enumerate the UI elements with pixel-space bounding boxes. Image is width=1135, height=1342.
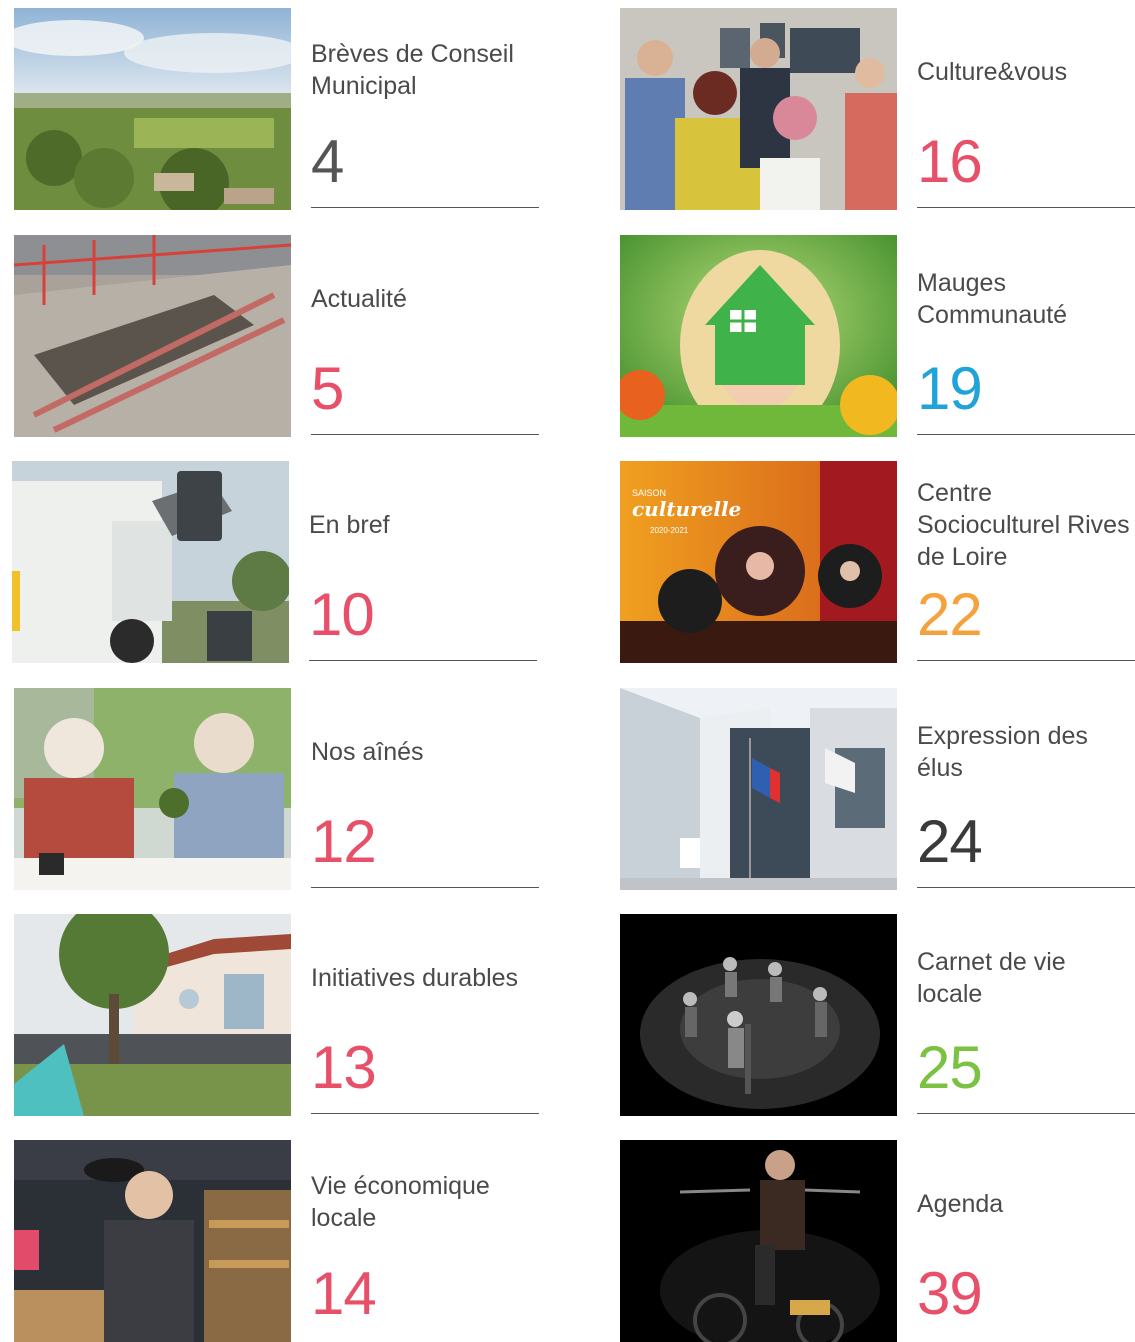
toc-page-number: 14	[311, 1260, 377, 1327]
toc-title: Agenda	[917, 1190, 1004, 1218]
toc-page-number: 13	[311, 1034, 377, 1101]
toc-page-number: 4	[311, 128, 344, 195]
saison-culturelle-poster: SAISON culturelle 2020-2021	[620, 461, 897, 663]
divider	[917, 434, 1135, 435]
poster-culturelle-text: culturelle	[632, 497, 741, 521]
garbage-truck-photo	[12, 461, 289, 663]
seniors-photo	[14, 688, 291, 890]
toc-title: Carnet de vie locale	[917, 948, 1066, 1008]
toc-page-number: 25	[917, 1034, 983, 1101]
toc-page-number: 24	[917, 808, 983, 875]
poster-years-text: 2020-2021	[650, 526, 689, 535]
toc-title: En bref	[309, 511, 390, 539]
toc-page-number: 5	[311, 355, 344, 422]
divider	[917, 660, 1135, 661]
divider	[311, 887, 539, 888]
toc-title: Vie économique locale	[311, 1172, 490, 1232]
divider	[917, 1113, 1135, 1114]
gallery-group-photo	[620, 8, 897, 210]
toc-page-number: 10	[309, 581, 375, 648]
toc-title: Initiatives durables	[311, 964, 519, 992]
construction-trench-photo	[14, 235, 291, 437]
divider	[311, 207, 539, 208]
toc-title: Expression des élus	[917, 722, 1088, 782]
divider	[917, 207, 1135, 208]
toc-title: Mauges Communauté	[917, 269, 1068, 329]
school-building-photo	[14, 914, 291, 1116]
town-hall-photo	[620, 688, 897, 890]
baker-photo	[14, 1140, 291, 1342]
performer-photo	[620, 1140, 897, 1342]
toc-page-number: 19	[917, 355, 983, 422]
toc-title: Actualité	[311, 285, 407, 313]
child-green-house-photo	[620, 235, 897, 437]
landscape-photo	[14, 8, 291, 210]
toc-title: Nos aînés	[311, 738, 424, 766]
toc-title: Culture&vous	[917, 58, 1068, 86]
toc-page-number: 39	[917, 1260, 983, 1327]
toc-title: Centre Socioculturel Rives de Loire	[917, 479, 1130, 571]
toc-page-number: 16	[917, 128, 983, 195]
divider	[311, 1113, 539, 1114]
musicians-stage-photo	[620, 914, 897, 1116]
toc-page-number: 12	[311, 808, 377, 875]
divider	[309, 660, 537, 661]
toc-title: Brèves de Conseil Municipal	[311, 40, 514, 100]
divider	[311, 434, 539, 435]
toc-page-number: 22	[917, 581, 983, 648]
divider	[917, 887, 1135, 888]
